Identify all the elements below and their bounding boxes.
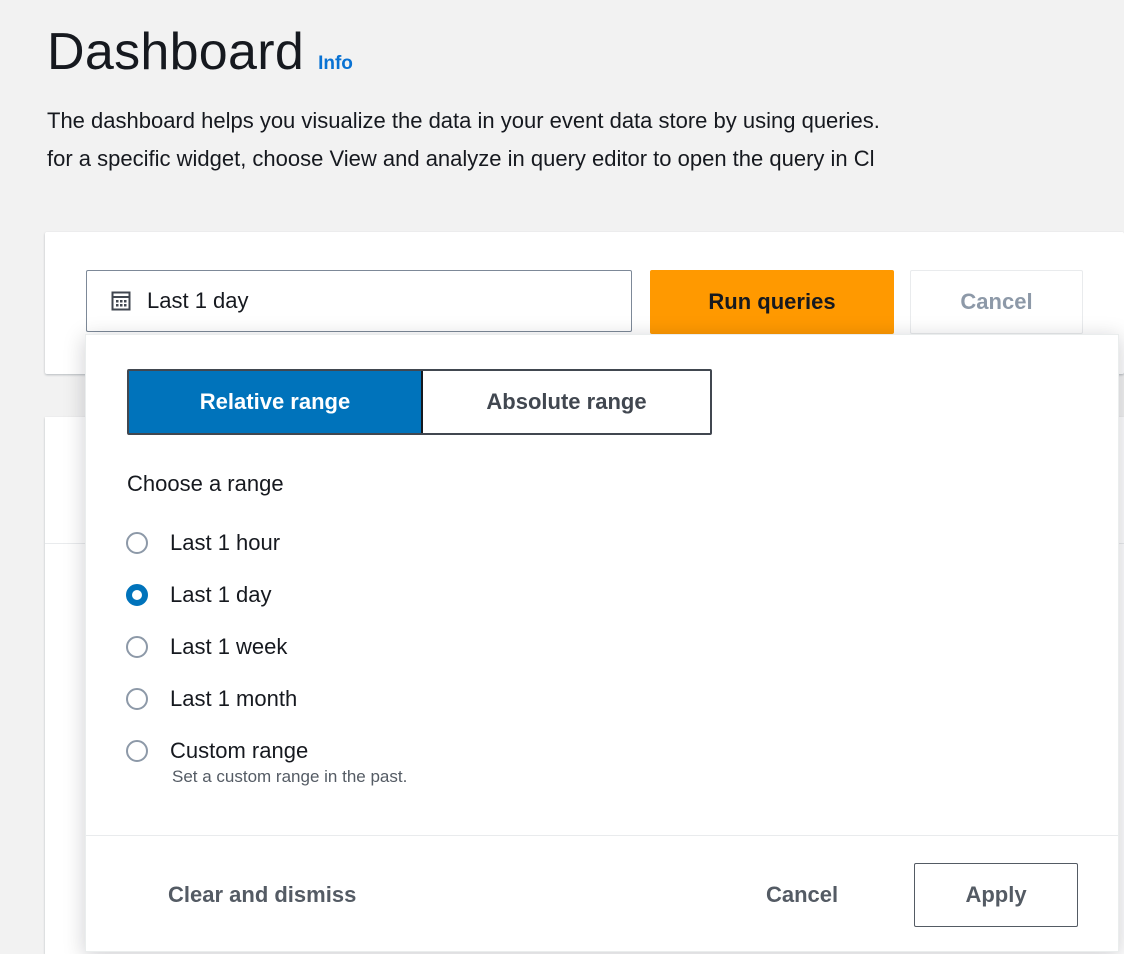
date-range-value: Last 1 day <box>147 288 249 313</box>
page-title: Dashboard <box>47 23 305 81</box>
cancel-queries-button[interactable]: Cancel <box>910 270 1083 334</box>
radio-last-1-month[interactable]: Last 1 month <box>126 673 308 725</box>
radio-button-checked[interactable] <box>126 584 148 606</box>
dropdown-cancel-button[interactable]: Cancel <box>766 865 838 925</box>
title-row: Dashboard Info <box>47 22 353 82</box>
radio-last-1-week[interactable]: Last 1 week <box>126 621 308 673</box>
run-queries-button[interactable]: Run queries <box>650 270 894 334</box>
radio-button[interactable] <box>126 636 148 658</box>
clear-and-dismiss-button[interactable]: Clear and dismiss <box>168 865 356 925</box>
page-description: The dashboard helps you visualize the da… <box>47 102 880 178</box>
date-range-dropdown: Relative range Absolute range Choose a r… <box>85 334 1119 952</box>
radio-label: Last 1 day <box>170 582 272 607</box>
radio-label: Last 1 month <box>170 686 298 711</box>
radio-button[interactable] <box>126 740 148 762</box>
radio-label: Last 1 week <box>170 634 288 659</box>
tab-absolute-range[interactable]: Absolute range <box>423 371 710 433</box>
radio-label: Last 1 hour <box>170 530 281 555</box>
radio-last-1-day[interactable]: Last 1 day <box>126 569 308 621</box>
radio-button[interactable] <box>126 532 148 554</box>
info-link[interactable]: Info <box>318 53 353 75</box>
custom-range-description: Set a custom range in the past. <box>172 767 408 786</box>
radio-last-1-hour[interactable]: Last 1 hour <box>126 517 308 569</box>
range-type-segmented-control: Relative range Absolute range <box>127 369 712 435</box>
description-line-1: The dashboard helps you visualize the da… <box>47 108 880 133</box>
range-radio-group: Last 1 hour Last 1 day Last 1 week Last … <box>126 517 308 777</box>
footer-divider <box>86 835 1118 836</box>
radio-label: Custom range <box>170 738 309 763</box>
apply-button[interactable]: Apply <box>914 863 1078 927</box>
description-line-2: for a specific widget, choose View and a… <box>47 146 875 171</box>
calendar-icon <box>111 291 131 311</box>
radio-button[interactable] <box>126 688 148 710</box>
tab-relative-range[interactable]: Relative range <box>129 371 423 433</box>
choose-range-label: Choose a range <box>127 471 284 496</box>
date-range-input[interactable]: Last 1 day <box>86 270 632 332</box>
